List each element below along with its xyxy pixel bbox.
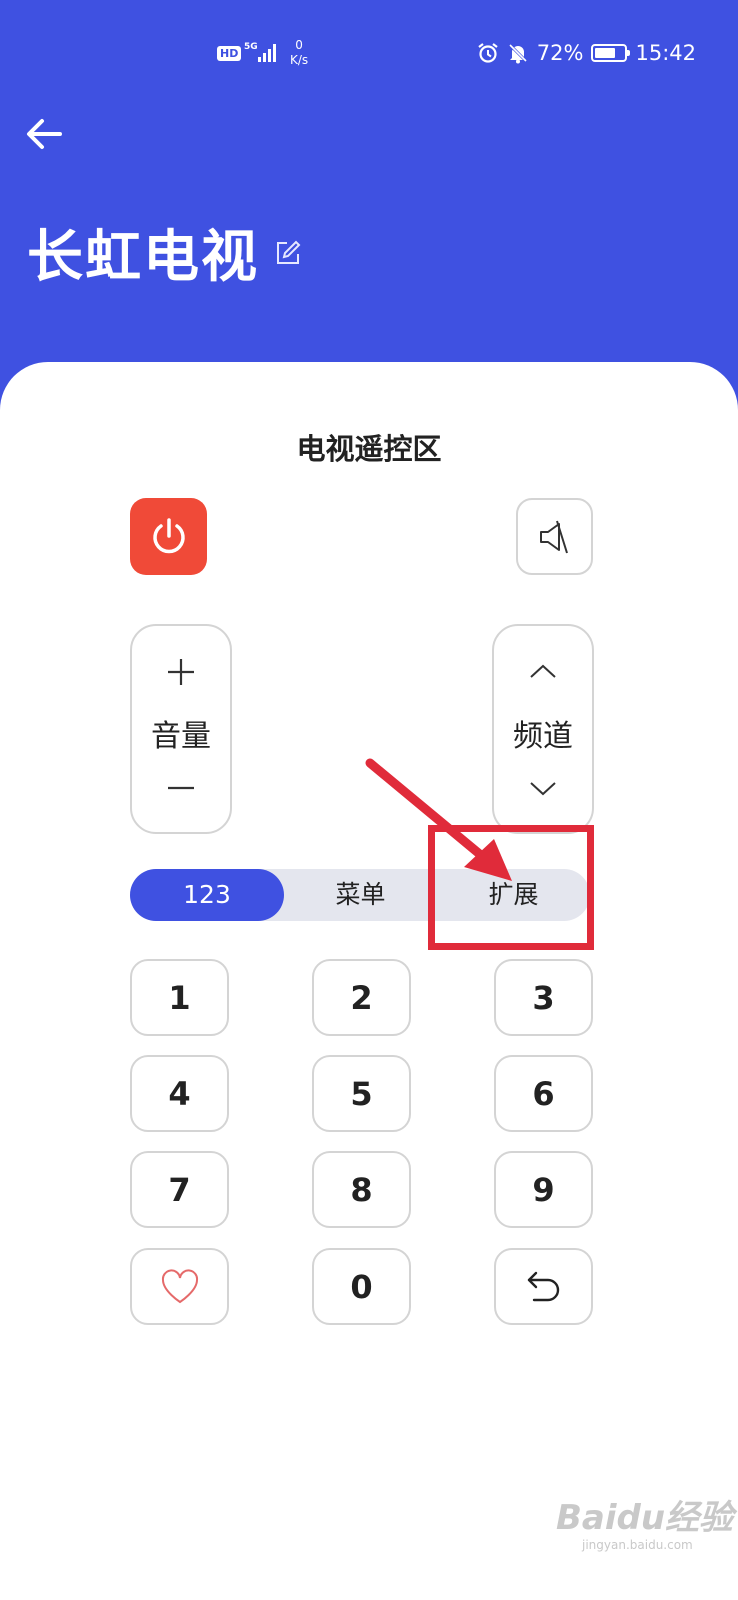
clock: 15:42 bbox=[635, 41, 696, 65]
power-button[interactable] bbox=[130, 498, 207, 575]
volume-up-icon[interactable] bbox=[165, 656, 197, 688]
key-0[interactable]: 0 bbox=[312, 1248, 411, 1325]
status-bar: HD 5G 0 K/s 72% 15:42 bbox=[0, 0, 738, 100]
battery-percent: 72% bbox=[536, 41, 584, 65]
key-4[interactable]: 4 bbox=[130, 1055, 229, 1132]
remote-card: 电视遥控区 音量 频道 123 菜单 扩展 1 2 3 4 5 6 7 8 9 … bbox=[0, 362, 738, 1600]
edit-icon[interactable] bbox=[275, 240, 301, 266]
volume-down-icon[interactable] bbox=[165, 772, 197, 804]
volume-rocker: 音量 bbox=[130, 624, 232, 834]
return-button[interactable] bbox=[494, 1248, 593, 1325]
channel-down-icon[interactable] bbox=[527, 772, 559, 804]
key-2[interactable]: 2 bbox=[312, 959, 411, 1036]
back-arrow-icon[interactable] bbox=[24, 116, 64, 152]
channel-label: 频道 bbox=[513, 719, 573, 754]
power-icon bbox=[152, 517, 185, 553]
watermark: Baidu经验 bbox=[556, 1498, 734, 1538]
key-5[interactable]: 5 bbox=[312, 1055, 411, 1132]
alarm-icon bbox=[478, 43, 498, 63]
key-8[interactable]: 8 bbox=[312, 1151, 411, 1228]
key-6[interactable]: 6 bbox=[494, 1055, 593, 1132]
key-9[interactable]: 9 bbox=[494, 1151, 593, 1228]
battery-icon bbox=[591, 44, 631, 62]
volume-label: 音量 bbox=[151, 719, 211, 754]
annotation-box bbox=[428, 825, 594, 950]
page-title: 长虹电视 bbox=[27, 225, 259, 290]
network-speed: 0 K/s bbox=[290, 38, 309, 67]
mute-icon bbox=[539, 520, 568, 553]
key-3[interactable]: 3 bbox=[494, 959, 593, 1036]
signal-icon bbox=[256, 42, 280, 62]
key-7[interactable]: 7 bbox=[130, 1151, 229, 1228]
heart-icon bbox=[161, 1269, 198, 1303]
battery-fill bbox=[595, 48, 616, 58]
section-title: 电视遥控区 bbox=[296, 432, 442, 466]
return-icon bbox=[527, 1271, 559, 1301]
key-1[interactable]: 1 bbox=[130, 959, 229, 1036]
watermark-url: jingyan.baidu.com bbox=[582, 1538, 693, 1552]
hd-badge: HD bbox=[217, 46, 242, 61]
tab-123[interactable]: 123 bbox=[130, 869, 284, 921]
favorite-button[interactable] bbox=[130, 1248, 229, 1325]
bell-muted-icon bbox=[508, 43, 527, 64]
channel-up-icon[interactable] bbox=[527, 656, 559, 688]
status-right: 72% 15:42 bbox=[477, 41, 696, 65]
mute-button[interactable] bbox=[516, 498, 593, 575]
